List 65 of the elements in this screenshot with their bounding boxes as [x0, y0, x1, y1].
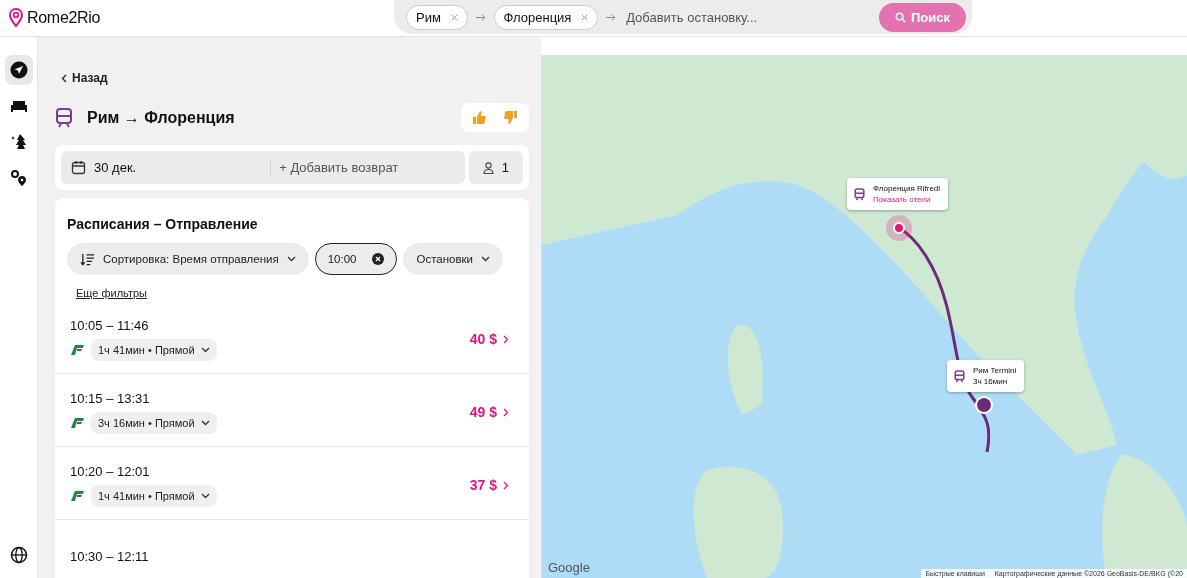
route-title: Рим → Флоренция [87, 108, 235, 127]
chevron-right-icon [503, 334, 509, 344]
thumbs-up-icon[interactable] [472, 110, 486, 125]
sort-icon [80, 252, 95, 266]
station-popup[interactable]: Флоренция Rifredi Показать отели [847, 178, 949, 210]
logo-text: Rome2Rio [27, 9, 101, 27]
passengers-field[interactable]: 1 [468, 151, 523, 184]
date-field[interactable]: 30 дек. + Добавить возврат [61, 151, 465, 184]
thumbs-down-icon[interactable] [504, 110, 518, 125]
stop-chip[interactable]: Флоренция [493, 4, 599, 30]
back-link[interactable]: Назад [61, 71, 108, 85]
price-link[interactable]: 49 $ [469, 404, 509, 420]
duration-text: 3ч 16мин [973, 376, 1009, 387]
chevron-down-icon [200, 419, 210, 426]
map-logo: Google [548, 560, 590, 575]
rail-operator-icon [70, 489, 85, 502]
chevron-down-icon [200, 346, 210, 353]
times-text: 10:20 – 12:01 [70, 463, 151, 479]
station-popup[interactable]: Рим Termini 3ч 16мин [947, 360, 1025, 392]
price-link[interactable]: 37 $ [469, 477, 509, 493]
add-stop-field[interactable]: Добавить остановку... [624, 8, 871, 26]
chevron-left-icon [61, 73, 67, 83]
calendar-icon [71, 160, 86, 175]
schedule-row[interactable]: 10:05 – 11:46 1ч 41мин • Прямой 40 $ [55, 301, 529, 374]
times-text: 10:05 – 11:46 [70, 317, 150, 333]
chevron-down-icon [481, 256, 490, 262]
search-icon [895, 11, 906, 23]
rail-operator-icon [70, 416, 85, 429]
trip-details-chip[interactable]: 3ч 16мин • Прямой [91, 411, 217, 434]
train-icon [854, 187, 865, 201]
trip-details-chip[interactable]: 1ч 41мин • Прямой [91, 484, 217, 507]
trip-details-chip[interactable]: 1ч 41мин • Прямой [91, 338, 217, 361]
stops-dropdown[interactable]: Остановки [403, 243, 503, 275]
schedule-row[interactable]: 10:30 – 12:11 [55, 520, 529, 578]
arrow-right-icon [606, 13, 617, 21]
navigation-icon[interactable] [4, 55, 33, 85]
schedule-row[interactable]: 10:15 – 13:31 3ч 16мин • Прямой 49 $ [55, 374, 529, 447]
times-text: 10:30 – 12:11 [70, 548, 149, 564]
schedules-title: Расписания – Отправление [67, 216, 259, 232]
close-icon[interactable] [450, 13, 458, 21]
rail-operator-icon [70, 343, 85, 356]
arrow-right-icon [475, 13, 486, 21]
person-icon [482, 161, 494, 174]
station-name: Флоренция Rifredi [873, 183, 941, 194]
chevron-right-icon [503, 407, 509, 417]
chevron-down-icon [286, 256, 296, 262]
close-icon[interactable] [581, 13, 589, 21]
passenger-count: 1 [501, 160, 509, 175]
times-text: 10:15 – 13:31 [70, 390, 151, 406]
chevron-right-icon [503, 480, 509, 490]
pin-logo-icon [9, 8, 23, 28]
train-icon [55, 107, 73, 128]
more-filters-link[interactable]: Еще фильтры [76, 287, 147, 299]
stop-chip[interactable]: Рим [406, 4, 468, 30]
time-filter-chip[interactable]: 10:00 [314, 243, 398, 275]
train-icon [954, 369, 965, 383]
schedule-row[interactable]: 10:20 – 12:01 1ч 41мин • Прямой 37 $ [55, 447, 529, 520]
price-link[interactable]: 40 $ [469, 331, 509, 347]
sort-dropdown[interactable]: Сортировка: Время отправления [67, 243, 309, 275]
clear-icon[interactable] [372, 253, 385, 265]
chevron-down-icon [200, 492, 210, 499]
add-return-text[interactable]: + Добавить возврат [279, 160, 399, 175]
date-text: 30 дек. [94, 160, 137, 175]
show-hotels-link[interactable]: Показать отели [873, 194, 941, 205]
station-name: Рим Termini [973, 365, 1017, 376]
